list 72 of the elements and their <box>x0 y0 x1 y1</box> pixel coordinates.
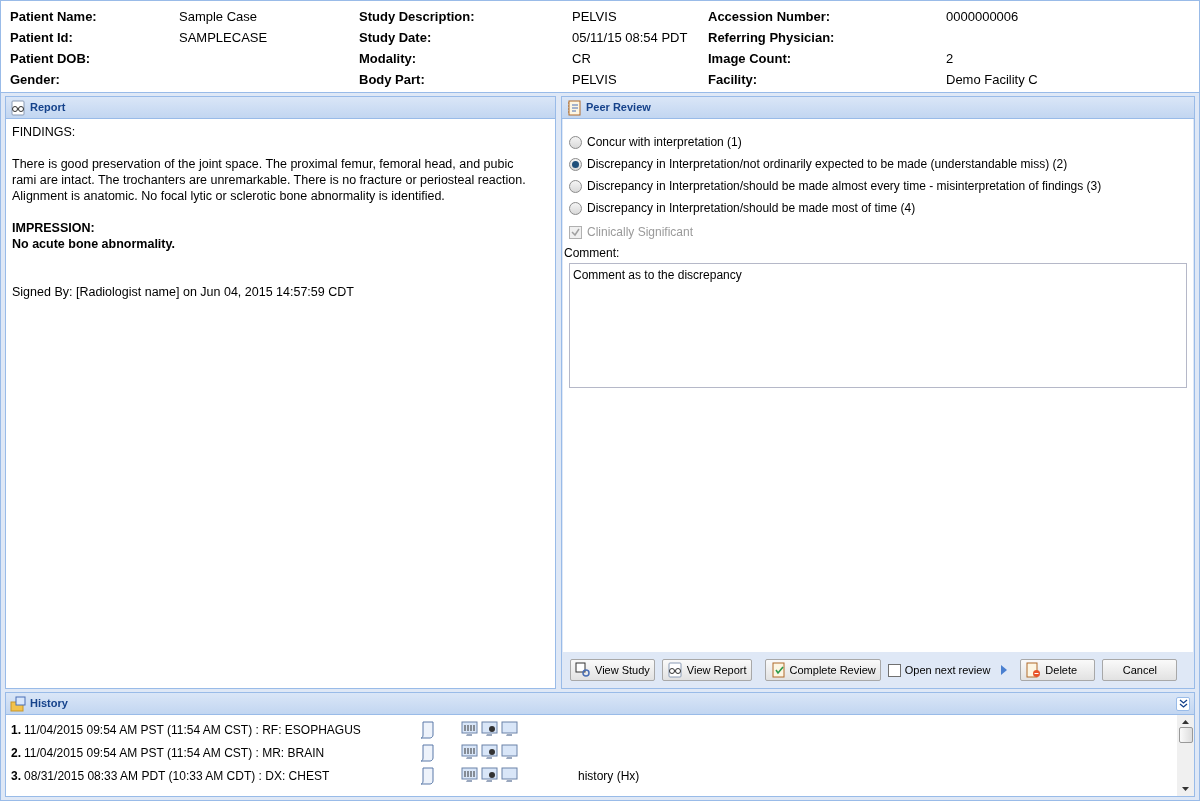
delete-icon <box>1025 662 1042 678</box>
field-value: PELVIS <box>572 7 617 26</box>
field-label: Facility: <box>708 70 759 89</box>
field-label: Patient DOB: <box>10 49 92 68</box>
action-button[interactable]: Delete <box>1020 659 1096 681</box>
field-label: Accession Number: <box>708 7 832 26</box>
scroll-up-icon[interactable] <box>1182 719 1189 724</box>
history-entry[interactable]: 11/04/2015 09:54 AM PST (11:54 AM CST) : RF: ESOPHAGUS <box>24 720 361 739</box>
monitor-icon[interactable] <box>481 721 498 738</box>
action-button[interactable]: Complete Review <box>764 659 881 681</box>
magnifier-icon <box>575 662 591 678</box>
radio-option[interactable]: Discrepancy in Interpretation/should be made most of time (4) <box>569 197 1187 219</box>
radio-option[interactable]: Concur with interpretation (1) <box>569 131 1187 153</box>
comment-field[interactable]: Comment as to the discrepancy <box>569 263 1187 388</box>
field-label: Patient Id: <box>10 28 74 47</box>
scrollbar[interactable] <box>1177 715 1194 796</box>
checklist-icon <box>769 662 786 678</box>
report-text: There is good preservation of the joint space. The proximal femur, femoral head, and pubic rami are intact. The trochanters are unremarkable. There is no fracture or periosteal reaction. Alignment is anatomic. No focal lytic or sclerotic bone abnormality is identified. <box>12 156 527 204</box>
field-value: CR <box>572 49 591 68</box>
field-value: Demo Facility C <box>946 70 1038 89</box>
action-button[interactable]: View Study <box>570 659 655 681</box>
radio-button[interactable] <box>569 157 582 171</box>
monitor-icon[interactable] <box>481 767 498 784</box>
radio-option[interactable]: Discrepancy in Interpretation/should be made almost every time - misinterpretation of findings (3) <box>569 175 1187 197</box>
radio-button[interactable] <box>569 179 582 193</box>
field-label: Patient Name: <box>10 7 98 26</box>
field-label: Gender: <box>10 70 61 89</box>
checkbox-option[interactable]: Open next review <box>887 661 991 679</box>
collapse-button[interactable] <box>1176 696 1190 711</box>
notebook-icon <box>566 99 582 116</box>
report-text: No acute bone abnormality. <box>12 236 176 252</box>
checkbox[interactable] <box>887 663 901 677</box>
radio-button[interactable] <box>569 201 582 215</box>
radio-option[interactable]: Discrepancy in Interpretation/not ordinarily expected to be made (understandable miss) (2) <box>569 153 1187 175</box>
history-note: history (Hx) <box>578 767 640 785</box>
comment-label: Comment: <box>564 245 621 262</box>
history-number: 3. <box>11 767 21 785</box>
monitor-icon[interactable] <box>481 744 498 761</box>
glasses-icon <box>666 662 683 678</box>
field-label: Referring Physician: <box>708 28 836 47</box>
field-value: 05/11/15 08:54 PDT <box>572 28 688 47</box>
field-label: Body Part: <box>359 70 426 89</box>
scrollbar-thumb[interactable] <box>1178 727 1193 743</box>
field-value: 0000000006 <box>946 7 1019 26</box>
report-text: FINDINGS: <box>12 124 77 140</box>
document-icon[interactable] <box>419 766 435 785</box>
panel-title: Report <box>30 100 66 116</box>
document-icon[interactable] <box>419 743 435 762</box>
play-arrow-icon[interactable] <box>1000 664 1009 676</box>
radio-button[interactable] <box>569 135 582 149</box>
action-button[interactable]: View Report <box>661 659 752 681</box>
field-value: 2 <box>946 49 954 68</box>
field-label: Modality: <box>359 49 418 68</box>
history-entry[interactable]: 08/31/2015 08:33 AM PDT (10:33 AM CDT) : DX: CHEST <box>24 766 330 785</box>
history-number: 2. <box>11 744 21 762</box>
document-icon[interactable] <box>419 720 435 739</box>
history-entry[interactable]: 11/04/2015 09:54 AM PST (11:54 AM CST) : MR: BRAIN <box>24 743 325 762</box>
scroll-down-icon[interactable] <box>1182 787 1189 792</box>
field-value: Sample Case <box>179 7 258 26</box>
report-text: IMPRESSION: <box>12 220 96 236</box>
panel-title: History <box>30 696 68 712</box>
panel-title: Peer Review <box>586 100 651 116</box>
action-button[interactable]: Cancel <box>1102 659 1178 681</box>
field-value: SAMPLECASE <box>179 28 268 47</box>
field-label: Study Description: <box>359 7 476 26</box>
folder-icon <box>10 695 26 712</box>
glasses-icon <box>10 99 26 116</box>
report-text: Signed By: [Radiologist name] on Jun 04, 2015 14:57:59 CDT <box>12 284 355 300</box>
field-label: Image Count: <box>708 49 793 68</box>
history-number: 1. <box>11 721 21 739</box>
field-value: PELVIS <box>572 70 617 89</box>
field-label: Study Date: <box>359 28 433 47</box>
